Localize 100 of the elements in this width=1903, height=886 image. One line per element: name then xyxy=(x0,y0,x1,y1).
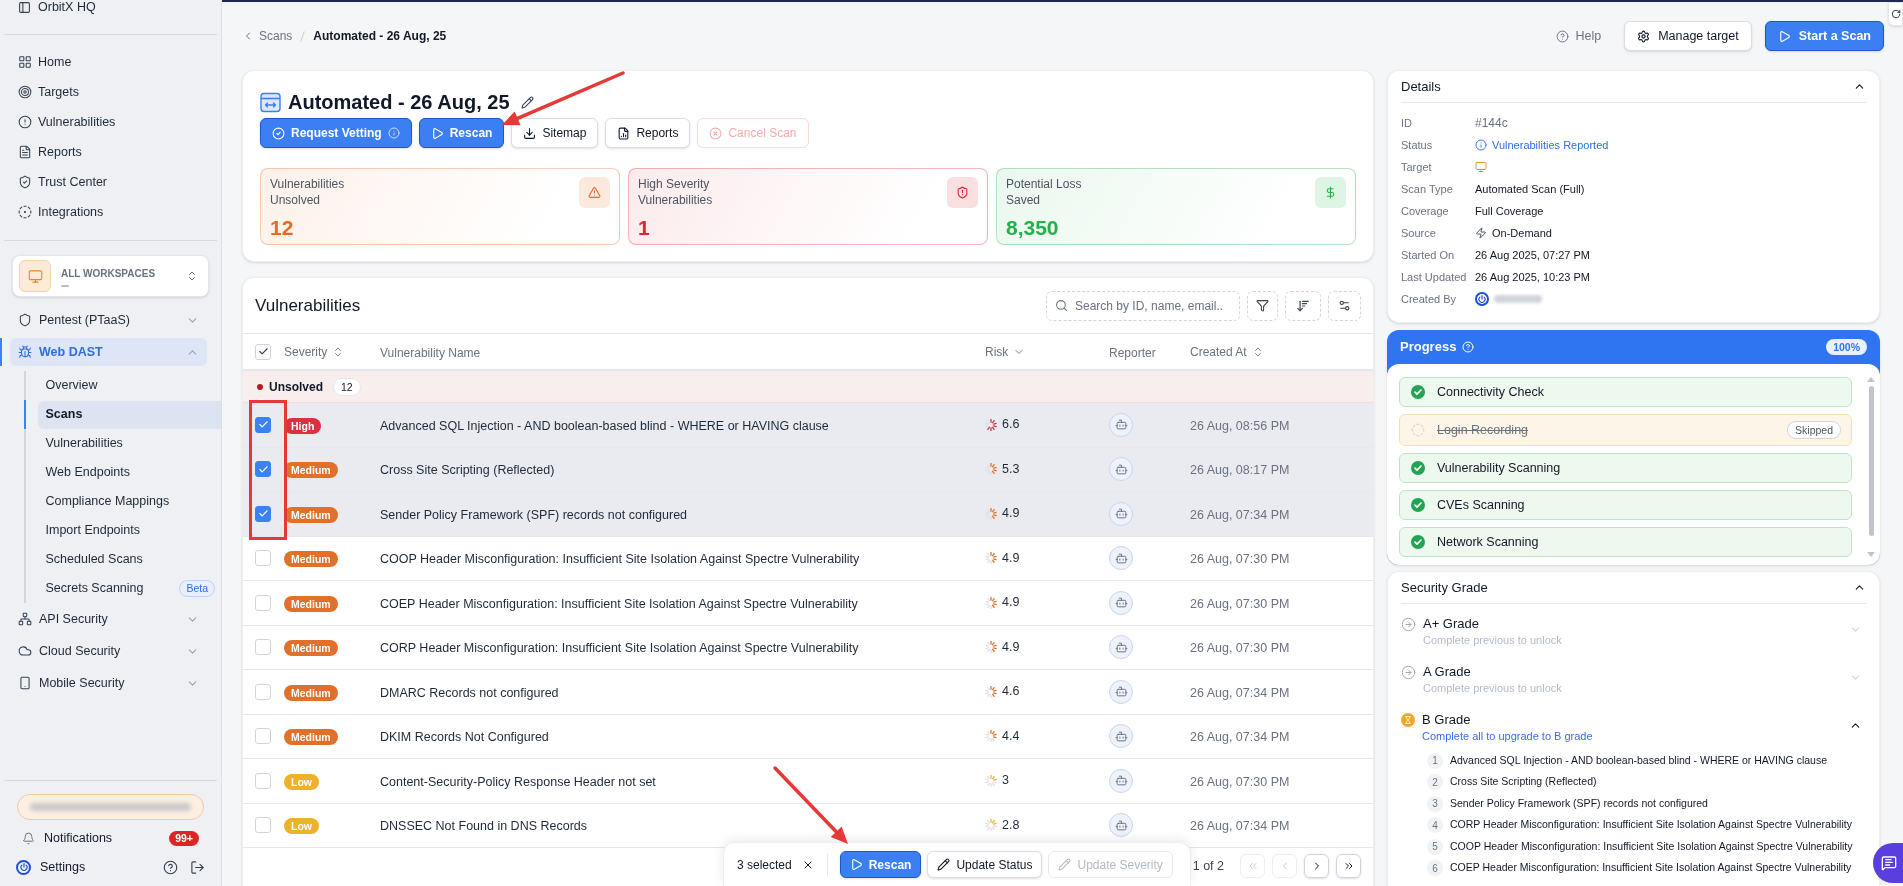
column-header: Reporter xyxy=(1109,345,1156,360)
robot-icon xyxy=(1109,590,1133,615)
page-button[interactable] xyxy=(1336,854,1361,878)
subnav-item[interactable]: Scans xyxy=(37,400,221,429)
step-label: Login Recording xyxy=(1437,421,1529,439)
nav-group[interactable]: Web DAST xyxy=(10,338,207,366)
group-header[interactable]: Unsolved 12 xyxy=(243,371,1373,403)
view-settings-button[interactable] xyxy=(1328,290,1361,321)
table-row[interactable]: Medium COEP Header Misconfiguration: Insufficient Site Isolation Against Spectre Vulnerability 4.9 26 Aug, 07:30 PM xyxy=(243,581,1373,626)
nav-item[interactable]: Reports xyxy=(8,137,213,167)
download-icon xyxy=(523,126,537,140)
action-button[interactable]: Reports xyxy=(605,118,691,148)
robot-icon xyxy=(1109,724,1133,749)
sliders-icon xyxy=(1338,299,1351,312)
severity-badge: Medium xyxy=(284,462,338,479)
robot-icon xyxy=(1109,546,1133,571)
subnav-item[interactable]: Overview xyxy=(37,371,221,400)
grade-hint: Complete all to upgrade to B grade xyxy=(1422,729,1594,743)
severity-badge: Medium xyxy=(284,595,338,612)
nav-item[interactable]: Vulnerabilities xyxy=(8,107,213,137)
help-icon[interactable] xyxy=(163,859,178,875)
checkmark-icon xyxy=(257,346,269,357)
play-icon xyxy=(430,126,444,140)
play-icon xyxy=(1777,29,1791,43)
alert-circle-icon xyxy=(18,115,32,129)
subnav-item[interactable]: Secrets Scanning Beta xyxy=(37,574,221,603)
info-icon xyxy=(387,127,400,139)
step-label: Connectivity Check xyxy=(1437,383,1544,401)
table-row[interactable]: Medium COOP Header Misconfiguration: Insufficient Site Isolation Against Spectre Vulnerability 4.9 26 Aug, 07:30 PM xyxy=(243,536,1373,581)
count-badge: 12 xyxy=(333,377,361,396)
table-row[interactable]: High Advanced SQL Injection - AND boolean-based blind - WHERE or HAVING clause 6.6 26 Aug, 08:56 PM xyxy=(243,403,1373,448)
sort-icon xyxy=(1296,298,1310,313)
action-button[interactable]: Request Vetting xyxy=(260,118,412,148)
monitor-icon xyxy=(19,260,51,292)
action-button[interactable]: Rescan xyxy=(418,118,505,148)
subnav-item[interactable]: Compliance Mappings xyxy=(37,487,221,516)
search-field[interactable]: Search by ID, name, email.. xyxy=(1046,290,1240,321)
bulk-action-button[interactable]: Update Status xyxy=(927,851,1043,878)
action-button[interactable]: Sitemap xyxy=(511,118,599,148)
column-header[interactable]: Created At xyxy=(1190,342,1264,361)
nav-item[interactable]: Home xyxy=(8,47,213,77)
table-row[interactable]: Medium CORP Header Misconfiguration: Insufficient Site Isolation Against Spectre Vulnerability 4.9 26 Aug, 07:30 PM xyxy=(243,625,1373,670)
nav-item[interactable]: Trust Center xyxy=(8,167,213,197)
created-at: 26 Aug, 08:56 PM xyxy=(1190,418,1290,433)
table-row[interactable]: Low DNSSEC Not Found in DNS Records 2.8 26 Aug, 07:34 PM xyxy=(243,803,1373,848)
table-row[interactable]: Medium DKIM Records Not Configured 4.4 26 Aug, 07:34 PM xyxy=(243,714,1373,759)
robot-icon xyxy=(1109,679,1133,704)
grade-hint: Complete previous to unlock xyxy=(1423,633,1563,647)
notifications-link[interactable]: Notifications 99+ xyxy=(12,825,209,851)
step-label: Vulnerability Scanning xyxy=(1437,459,1561,477)
sort-button[interactable] xyxy=(1285,290,1321,321)
cloud-icon xyxy=(18,644,32,658)
nav-item[interactable]: Integrations xyxy=(8,197,213,227)
header-button[interactable]: Manage target xyxy=(1624,21,1752,51)
column-header[interactable]: Risk xyxy=(985,342,1026,361)
risk-score: 4.9 xyxy=(1002,549,1020,567)
smartphone-icon xyxy=(18,676,32,690)
grade-title: B Grade xyxy=(1422,711,1472,729)
table-row[interactable]: Medium Sender Policy Framework (SPF) records not configured 4.9 26 Aug, 07:34 PM xyxy=(243,492,1373,537)
detail-value: Automated Scan (Full) xyxy=(1475,181,1585,197)
item-number: 4 xyxy=(1427,817,1443,834)
table-row[interactable]: Medium Cross Site Scripting (Reflected) 5.3 26 Aug, 08:17 PM xyxy=(243,447,1373,492)
nav-item[interactable]: Targets xyxy=(8,77,213,107)
help-link[interactable]: Help xyxy=(1556,26,1602,46)
subnav-item[interactable]: Import Endpoints xyxy=(37,516,221,545)
monitor-icon xyxy=(1475,161,1487,173)
subnav-item[interactable]: Web Endpoints xyxy=(37,458,221,487)
header-button[interactable]: Start a Scan xyxy=(1764,21,1884,51)
filter-button[interactable] xyxy=(1247,290,1278,321)
target-icon xyxy=(18,85,32,99)
checkbox[interactable] xyxy=(255,416,271,433)
nav-group[interactable]: Cloud Security xyxy=(10,637,207,665)
column-header: Vulnerability Name xyxy=(380,345,481,360)
subnav-item[interactable]: Scheduled Scans xyxy=(37,545,221,574)
table-row[interactable]: Medium DMARC Records not configured 4.6 26 Aug, 07:34 PM xyxy=(243,670,1373,715)
active-indicator xyxy=(0,338,2,366)
nav-group[interactable]: Mobile Security xyxy=(10,669,207,697)
risk-score: 6.6 xyxy=(1002,416,1020,434)
page-indicator: 1 of 2 xyxy=(1192,857,1224,875)
column-header[interactable]: Severity xyxy=(284,342,345,361)
risk-score: 2.8 xyxy=(1002,816,1020,834)
info-icon xyxy=(1475,139,1487,151)
nav-group[interactable]: API Security xyxy=(10,605,207,633)
settings-link[interactable]: Settings xyxy=(16,857,86,877)
org-name[interactable]: OrbitX HQ xyxy=(38,1,96,14)
workspace-selector[interactable]: ALL WORKSPACES xyxy=(12,255,209,297)
subnav-item[interactable]: Vulnerabilities xyxy=(37,429,221,458)
side-tab-button[interactable] xyxy=(1888,2,1903,26)
card-title: Security Grade xyxy=(1401,578,1488,597)
bulk-action-button[interactable]: Rescan xyxy=(839,851,922,878)
nav-group[interactable]: Pentest (PTaaS) xyxy=(10,306,207,334)
edit-icon[interactable] xyxy=(520,95,534,109)
grade-title: A Grade xyxy=(1423,663,1472,681)
severity-badge: Medium xyxy=(284,729,338,746)
checkbox[interactable] xyxy=(255,461,271,478)
page-button[interactable] xyxy=(1304,854,1329,878)
breadcrumb-link[interactable]: Scans xyxy=(242,27,293,45)
checkbox[interactable] xyxy=(255,505,271,522)
logout-icon[interactable] xyxy=(190,859,205,875)
table-row[interactable]: Low Content-Security-Policy Response Header not set 3 26 Aug, 07:30 PM xyxy=(243,759,1373,804)
